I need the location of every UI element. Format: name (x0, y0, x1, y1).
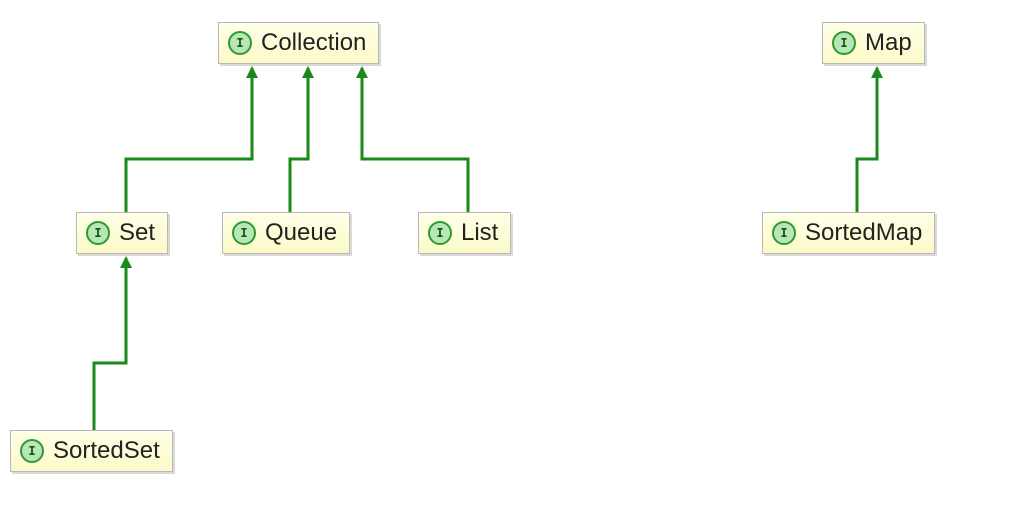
svg-text:I: I (240, 226, 247, 240)
inheritance-arrow (126, 68, 252, 212)
svg-text:I: I (236, 36, 243, 50)
node-list: I List (418, 212, 511, 254)
node-label: Set (119, 219, 155, 247)
svg-text:I: I (94, 226, 101, 240)
interface-icon: I (427, 220, 453, 246)
node-map: I Map (822, 22, 925, 64)
interface-hierarchy-diagram: I Collection I Set I Queue I List I Sort… (0, 0, 1023, 520)
inheritance-arrow (290, 68, 308, 212)
svg-text:I: I (840, 36, 847, 50)
interface-icon: I (771, 220, 797, 246)
node-label: Map (865, 29, 912, 57)
svg-text:I: I (780, 226, 787, 240)
interface-icon: I (231, 220, 257, 246)
node-label: SortedSet (53, 437, 160, 465)
interface-icon: I (831, 30, 857, 56)
interface-icon: I (227, 30, 253, 56)
node-collection: I Collection (218, 22, 379, 64)
inheritance-arrow (94, 258, 126, 430)
node-label: Queue (265, 219, 337, 247)
node-label: Collection (261, 29, 366, 57)
inheritance-arrow (362, 68, 468, 212)
node-sortedmap: I SortedMap (762, 212, 935, 254)
node-set: I Set (76, 212, 168, 254)
node-label: SortedMap (805, 219, 922, 247)
interface-icon: I (85, 220, 111, 246)
inheritance-arrow (857, 68, 877, 212)
interface-icon: I (19, 438, 45, 464)
svg-text:I: I (28, 444, 35, 458)
node-label: List (461, 219, 498, 247)
svg-text:I: I (436, 226, 443, 240)
node-queue: I Queue (222, 212, 350, 254)
node-sortedset: I SortedSet (10, 430, 173, 472)
